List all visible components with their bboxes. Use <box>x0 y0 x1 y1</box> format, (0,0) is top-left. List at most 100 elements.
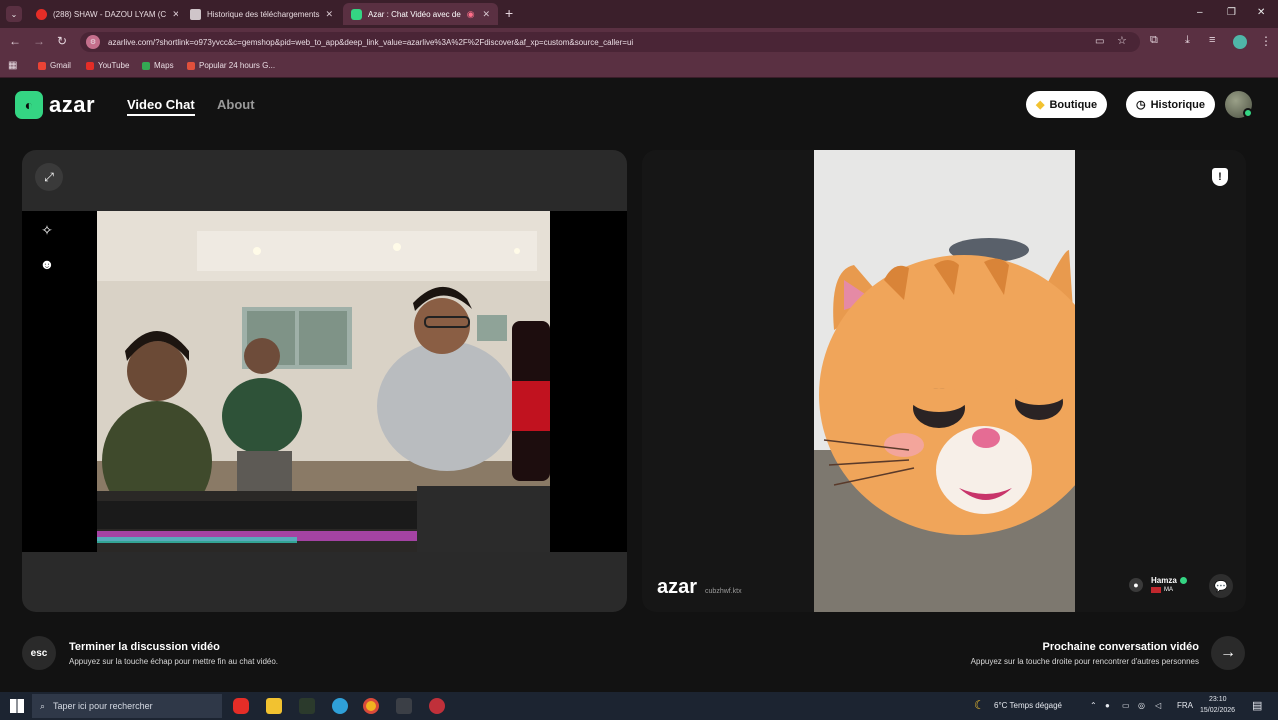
close-window-button[interactable]: ✕ <box>1257 7 1265 18</box>
tray-chevron-icon[interactable]: ⌃ <box>1090 701 1097 710</box>
language-indicator[interactable]: FRA <box>1177 701 1193 710</box>
volume-icon[interactable]: ◁ <box>1155 701 1161 710</box>
clock-date[interactable]: 15/02/2026 <box>1200 707 1235 714</box>
wifi-icon[interactable]: ◎ <box>1138 701 1145 710</box>
self-camera-feed <box>97 211 550 552</box>
bookmark-youtube[interactable]: YouTube <box>86 61 129 70</box>
bookmark-gmail[interactable]: Gmail <box>38 61 71 70</box>
watermark-text: azar <box>657 576 698 598</box>
file-explorer-icon[interactable] <box>266 698 282 714</box>
bookmark-label: Maps <box>154 61 174 70</box>
cast-icon[interactable]: ▭ <box>1095 36 1104 47</box>
close-tab-icon[interactable]: ✕ <box>320 9 334 20</box>
record-app-icon[interactable] <box>429 698 445 714</box>
extensions-icon[interactable]: ⧉ <box>1150 34 1158 47</box>
maps-icon <box>142 61 150 70</box>
azar-logo[interactable]: ◐ azar <box>15 91 95 119</box>
back-arrow-icon[interactable]: ← <box>9 34 21 48</box>
bookmark-popular[interactable]: Popular 24 hours G... <box>187 61 275 70</box>
address-bar[interactable]: ⚙ azarlive.com/?shortlink=o973yvcc&c=gem… <box>80 32 1140 52</box>
nav-about[interactable]: About <box>217 97 255 112</box>
cat-filter-image <box>814 150 1075 612</box>
windows-taskbar: ⌕ Taper ici pour rechercher ☾ 6°C Temps … <box>0 692 1278 720</box>
expand-icon[interactable]: ⤢ <box>35 163 63 191</box>
close-tab-icon[interactable]: ✕ <box>166 9 178 20</box>
close-tab-icon[interactable]: ✕ <box>476 9 490 20</box>
bookmark-star-icon[interactable]: ☆ <box>1117 34 1127 47</box>
boutique-label: Boutique <box>1049 98 1098 111</box>
app-icon[interactable] <box>396 698 412 714</box>
bookmark-maps[interactable]: Maps <box>142 61 174 70</box>
microphone-icon[interactable]: ● <box>1105 701 1110 710</box>
boutique-button[interactable]: ◆ Boutique <box>1026 91 1108 118</box>
youtube-app-icon[interactable] <box>233 698 249 714</box>
browser-tab-active[interactable]: Azar : Chat Vidéo avec de ◉ ✕ <box>343 3 498 25</box>
historique-label: Historique <box>1150 98 1206 111</box>
media-control-icon[interactable]: ≡ <box>1209 34 1215 46</box>
person-icon: ● <box>1129 577 1143 592</box>
apps-grid-icon[interactable]: ▦ <box>8 60 17 71</box>
gem-icon: ◆ <box>1036 99 1045 111</box>
magic-wand-icon[interactable]: ✧ <box>34 217 60 243</box>
next-arrow-button[interactable]: → <box>1211 636 1245 670</box>
azar-watermark: azar cubzhwf.ktx <box>657 576 742 599</box>
peer-name: Hamza <box>1151 576 1177 585</box>
tab-search-icon[interactable]: ⌄ <box>6 6 22 22</box>
forward-arrow-icon[interactable]: → <box>33 34 45 48</box>
search-placeholder: Taper ici pour rechercher <box>53 701 153 711</box>
chat-bubble-icon[interactable]: 💬 <box>1209 574 1233 598</box>
bookmark-label: YouTube <box>98 61 130 70</box>
browser-tab[interactable]: (288) SHAW - DAZOU LYAM (C ✕ <box>28 3 178 25</box>
edge-icon[interactable] <box>332 698 348 714</box>
online-status-dot <box>1243 108 1253 118</box>
terminal-icon[interactable] <box>299 698 315 714</box>
logo-text: azar <box>49 92 96 117</box>
minimize-button[interactable]: – <box>1197 7 1203 18</box>
windows-start-icon[interactable] <box>10 699 24 713</box>
gmail-icon <box>38 61 46 70</box>
azar-favicon-icon <box>351 8 362 20</box>
search-icon: ⌕ <box>40 700 46 711</box>
browser-tab[interactable]: Historique des téléchargements ✕ <box>182 3 339 25</box>
arrow-right-icon: → <box>1220 644 1236 661</box>
peer-camera-feed <box>814 150 1075 612</box>
nav-video-chat[interactable]: Video Chat <box>127 97 195 116</box>
end-chat-hint: Appuyez sur la touche échap pour mettre … <box>69 657 279 666</box>
site-info-icon[interactable]: ⚙ <box>86 35 100 49</box>
browser-tab-strip: ⌄ (288) SHAW - DAZOU LYAM (C ✕ Historiqu… <box>0 0 1278 28</box>
url-text: azarlive.com/?shortlink=o973yvcc&c=gemsh… <box>108 37 634 47</box>
new-tab-button[interactable]: + <box>505 5 513 21</box>
clock-time[interactable]: 23:10 <box>1209 696 1227 703</box>
end-chat-title: Terminer la discussion vidéo <box>69 641 220 653</box>
menu-kebab-icon[interactable]: ⋮ <box>1260 34 1272 48</box>
peer-info[interactable]: ● Hamza MA <box>1129 576 1187 593</box>
download-icon <box>190 8 201 20</box>
youtube-icon <box>86 61 94 70</box>
bookmark-label: Gmail <box>50 61 71 70</box>
esc-key-button[interactable]: esc <box>22 636 56 670</box>
network-icon[interactable]: ▭ <box>1122 701 1130 710</box>
weather-text[interactable]: 6°C Temps dégagé <box>994 701 1062 710</box>
notifications-icon[interactable]: ▤ <box>1252 699 1262 712</box>
tab-title: Azar : Chat Vidéo avec de <box>368 9 461 19</box>
next-chat-hint: Appuyez sur la touche droite pour rencon… <box>970 657 1199 666</box>
self-video-panel: ⤢ ✧ ☻ <box>22 150 627 612</box>
taskbar-search-input[interactable]: ⌕ Taper ici pour rechercher <box>32 694 222 718</box>
downloads-icon[interactable]: ⤓ <box>1185 34 1190 47</box>
clock-icon: ◷ <box>1136 99 1146 111</box>
moon-weather-icon: ☾ <box>974 698 985 712</box>
azar-logo-icon: ◐ <box>15 91 43 119</box>
bookmark-label: Popular 24 hours G... <box>199 61 276 70</box>
face-filter-icon[interactable]: ☻ <box>34 251 60 277</box>
reload-icon[interactable]: ↻ <box>57 34 67 48</box>
profile-avatar-icon[interactable] <box>1233 35 1247 49</box>
watermark-sub: cubzhwf.ktx <box>705 588 742 595</box>
maximize-button[interactable]: ❐ <box>1227 7 1236 18</box>
peer-country: MA <box>1164 587 1173 593</box>
browser-toolbar: ← → ↻ ⚙ azarlive.com/?shortlink=o973yvcc… <box>0 28 1278 56</box>
next-chat-title: Prochaine conversation vidéo <box>1042 641 1200 653</box>
youtube-icon <box>36 8 47 20</box>
report-shield-icon[interactable]: ! <box>1212 168 1228 186</box>
historique-button[interactable]: ◷ Historique <box>1126 91 1216 118</box>
chrome-icon[interactable] <box>363 698 379 714</box>
